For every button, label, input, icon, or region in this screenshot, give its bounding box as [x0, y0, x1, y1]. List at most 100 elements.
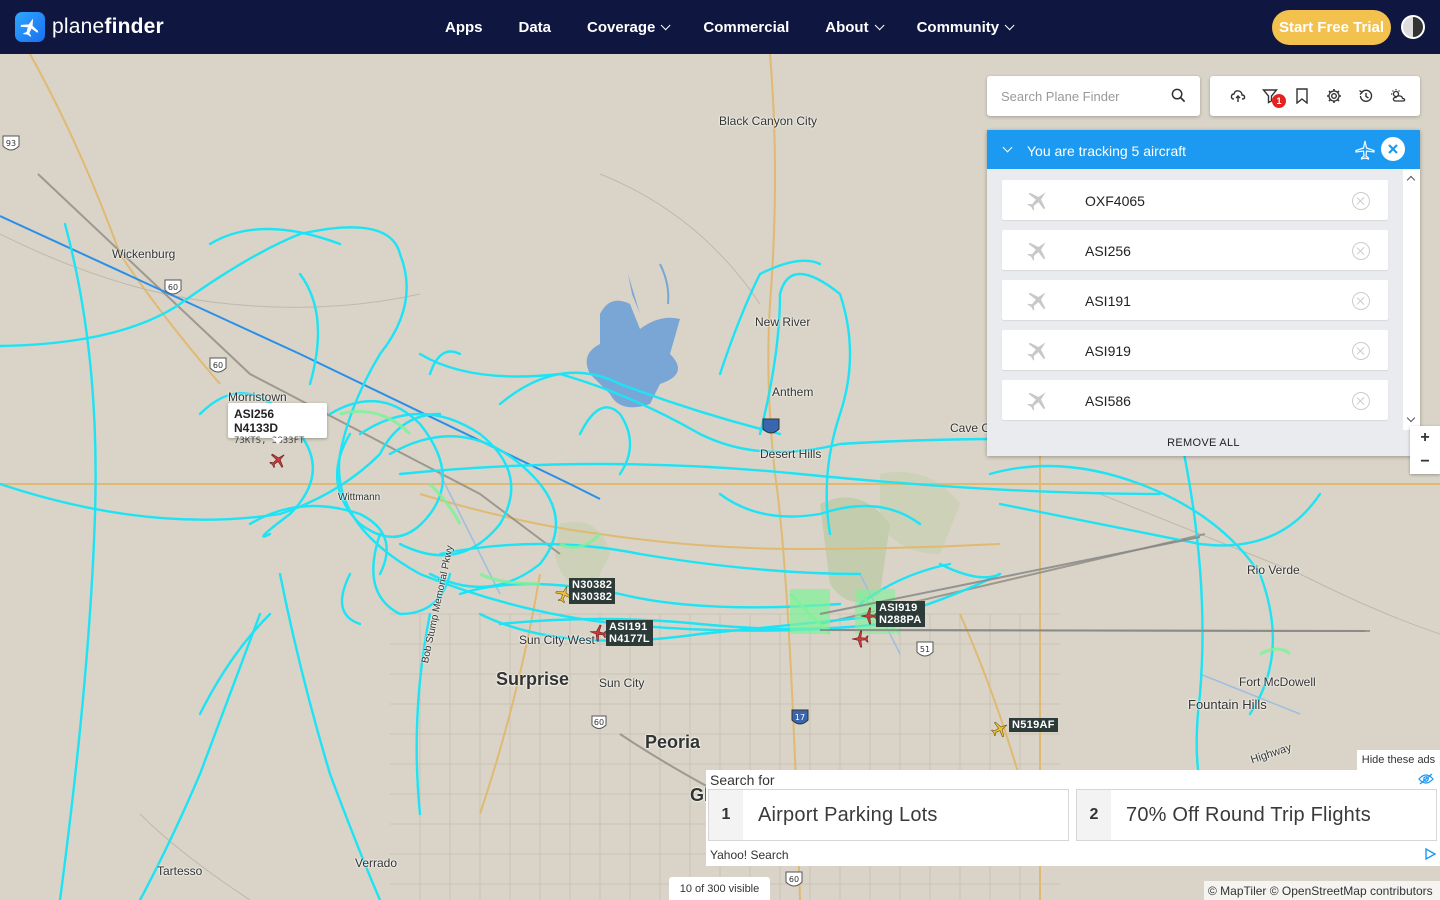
ad-text: 70% Off Round Trip Flights: [1126, 803, 1371, 826]
aircraft-label[interactable]: ASI919 N288PA: [876, 601, 925, 627]
tracked-aircraft-callsign: ASI256: [1085, 243, 1131, 259]
bookmark-icon: [1296, 88, 1308, 104]
place-label: Verrado: [355, 856, 398, 870]
aircraft-marker-icon[interactable]: [851, 630, 869, 648]
place-label: Rio Verde: [1247, 563, 1300, 577]
zoom-out-button[interactable]: −: [1410, 450, 1440, 474]
settings-button[interactable]: [1318, 80, 1350, 112]
map-canvas[interactable]: 93 60 60 51 17 60 60 Black Canyon City W…: [0, 54, 1440, 900]
tracked-aircraft-callsign: ASI586: [1085, 393, 1131, 409]
scroll-down-icon[interactable]: [1406, 413, 1416, 423]
tracked-aircraft-callsign: ASI191: [1085, 293, 1131, 309]
place-label: Surprise: [496, 669, 570, 689]
tracking-title: You are tracking 5 aircraft: [1027, 143, 1187, 159]
popup-detail: 73KTS, 3833FT: [234, 436, 305, 446]
tracked-aircraft-item[interactable]: ASI919: [1002, 330, 1388, 370]
tracking-scrollbar[interactable]: [1403, 169, 1420, 430]
chevron-down-icon: [661, 19, 671, 30]
user-avatar[interactable]: [1401, 15, 1425, 39]
cloud-upload-icon: [1230, 90, 1246, 102]
tracked-aircraft-item[interactable]: OXF4065: [1002, 180, 1388, 220]
search-box: [987, 76, 1200, 116]
place-label: Black Canyon City: [719, 114, 818, 128]
plane-icon: [1027, 192, 1046, 211]
map-attribution[interactable]: © MapTiler © OpenStreetMap contributors: [1204, 881, 1440, 900]
aircraft-label[interactable]: ASI191 N4177L: [606, 620, 653, 646]
place-label: Sun City: [599, 676, 645, 690]
place-label: Sun City West: [519, 633, 595, 647]
popup-title: ASI256 N4133D: [234, 407, 279, 435]
place-label: Wickenburg: [112, 247, 176, 261]
close-icon: [1388, 144, 1398, 154]
place-label: Peoria: [645, 732, 701, 752]
plane-icon: [1027, 292, 1046, 311]
aircraft-marker-icon[interactable]: [589, 624, 607, 642]
search-input[interactable]: [1001, 88, 1166, 104]
nav-commercial[interactable]: Commercial: [703, 19, 789, 36]
ad-link[interactable]: 1 Airport Parking Lots: [708, 789, 1069, 841]
remove-tracked-icon[interactable]: [1352, 242, 1370, 260]
tracked-aircraft-item[interactable]: ASI191: [1002, 280, 1388, 320]
visible-count: 10 of 300 visible: [669, 877, 770, 900]
remove-all-button[interactable]: REMOVE ALL: [987, 430, 1420, 456]
ad-visibility-icon[interactable]: [1418, 773, 1434, 785]
weather-icon: [1391, 89, 1406, 102]
remove-tracked-icon[interactable]: [1352, 292, 1370, 310]
svg-text:51: 51: [920, 645, 930, 654]
chevron-down-icon: [1004, 19, 1015, 30]
tracking-panel-header[interactable]: You are tracking 5 aircraft: [987, 130, 1420, 169]
plane-icon: [1027, 242, 1046, 261]
nav-apps[interactable]: Apps: [445, 19, 483, 36]
tracking-panel: You are tracking 5 aircraft OXF4065 ASI2…: [987, 130, 1420, 456]
scroll-up-icon[interactable]: [1406, 175, 1416, 185]
tracking-list: OXF4065 ASI256 ASI191 ASI919 ASI586: [987, 169, 1420, 430]
aircraft-marker-icon[interactable]: [269, 451, 287, 469]
remove-tracked-icon[interactable]: [1352, 342, 1370, 360]
tracked-aircraft-item[interactable]: ASI256: [1002, 230, 1388, 270]
nav-community[interactable]: Community: [917, 19, 1015, 36]
place-label: Wittmann: [338, 492, 381, 503]
place-label: Tartesso: [157, 864, 203, 878]
chevron-down-icon[interactable]: [1002, 142, 1013, 153]
bookmarks-button[interactable]: [1286, 80, 1318, 112]
search-icon[interactable]: [1171, 88, 1186, 103]
layers-button[interactable]: [1222, 80, 1254, 112]
ad-number: 1: [709, 790, 743, 840]
weather-button[interactable]: [1382, 80, 1414, 112]
settings-icon: [1327, 89, 1341, 103]
ad-link[interactable]: 2 70% Off Round Trip Flights: [1076, 789, 1437, 841]
remove-tracked-icon[interactable]: [1352, 392, 1370, 410]
planefinder-logo[interactable]: planefinder: [15, 12, 164, 42]
place-label: New River: [755, 315, 811, 329]
plane-icon: [1027, 342, 1046, 361]
svg-text:60: 60: [789, 875, 799, 884]
hide-ads-link[interactable]: Hide these ads: [1357, 750, 1440, 770]
history-icon: [1359, 89, 1373, 102]
aircraft-label[interactable]: N519AF: [1009, 718, 1058, 732]
place-label: Anthem: [772, 385, 814, 399]
filter-button[interactable]: 1: [1254, 80, 1286, 112]
aircraft-label[interactable]: N30382 N30382: [569, 578, 616, 604]
chevron-down-icon: [874, 19, 885, 30]
svg-text:60: 60: [594, 718, 604, 727]
zoom-control: + −: [1410, 426, 1440, 474]
scroll-thumb[interactable]: [1406, 189, 1416, 404]
top-nav: planefinder Apps Data Coverage Commercia…: [0, 0, 1440, 54]
zoom-in-button[interactable]: +: [1410, 426, 1440, 450]
aircraft-popup[interactable]: ASI256 N4133D 73KTS, 3833FT: [228, 403, 327, 446]
nav-coverage[interactable]: Coverage: [587, 19, 671, 36]
remove-tracked-icon[interactable]: [1352, 192, 1370, 210]
logo-plane-icon: [15, 12, 45, 42]
aircraft-marker-icon[interactable]: [991, 720, 1009, 738]
start-free-trial-button[interactable]: Start Free Trial: [1272, 10, 1391, 45]
close-tracking-button[interactable]: [1381, 137, 1405, 161]
history-button[interactable]: [1350, 80, 1382, 112]
adchoices-icon[interactable]: [1424, 848, 1436, 860]
nav-data[interactable]: Data: [519, 19, 552, 36]
svg-text:93: 93: [6, 139, 16, 148]
plane-outline-icon[interactable]: [1355, 140, 1375, 160]
ad-text: Airport Parking Lots: [758, 803, 938, 826]
tracked-aircraft-item[interactable]: ASI586: [1002, 380, 1388, 420]
nav-about[interactable]: About: [825, 19, 885, 36]
svg-text:17: 17: [795, 713, 805, 722]
